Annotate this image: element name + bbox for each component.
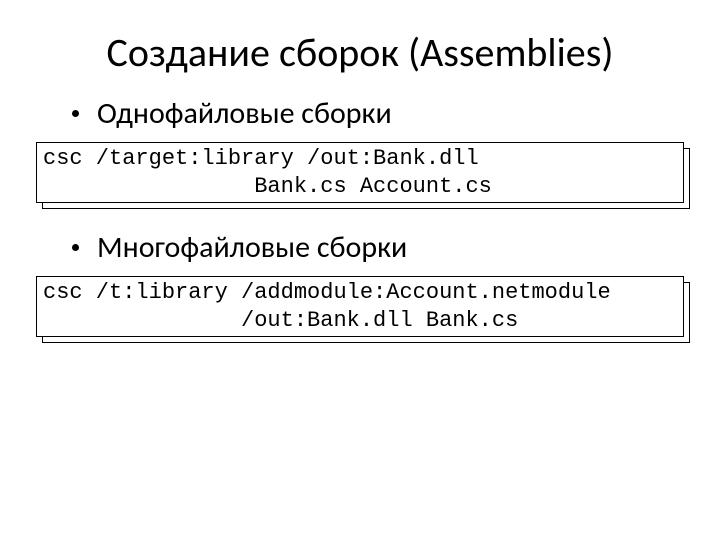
bullet-multi-label: Многофайловые сборки <box>97 229 407 266</box>
bullet-single-label: Однофайловые сборки <box>97 95 392 132</box>
bullet-single-file: Однофайловые сборки <box>72 95 684 132</box>
codeblock-single: csc /target:library /out:Bank.dll Bank.c… <box>36 142 684 203</box>
codeblock-multi-wrap: csc /t:library /addmodule:Account.netmod… <box>36 276 684 337</box>
slide: Создание сборок (Assemblies) Однофайловы… <box>0 0 720 540</box>
slide-title: Создание сборок (Assemblies) <box>36 28 684 77</box>
codeblock-multi: csc /t:library /addmodule:Account.netmod… <box>36 276 684 337</box>
codeblock-single-wrap: csc /target:library /out:Bank.dll Bank.c… <box>36 142 684 203</box>
bullet-dot-icon <box>72 110 79 117</box>
bullet-multi-file: Многофайловые сборки <box>72 229 684 266</box>
bullet-dot-icon <box>72 244 79 251</box>
